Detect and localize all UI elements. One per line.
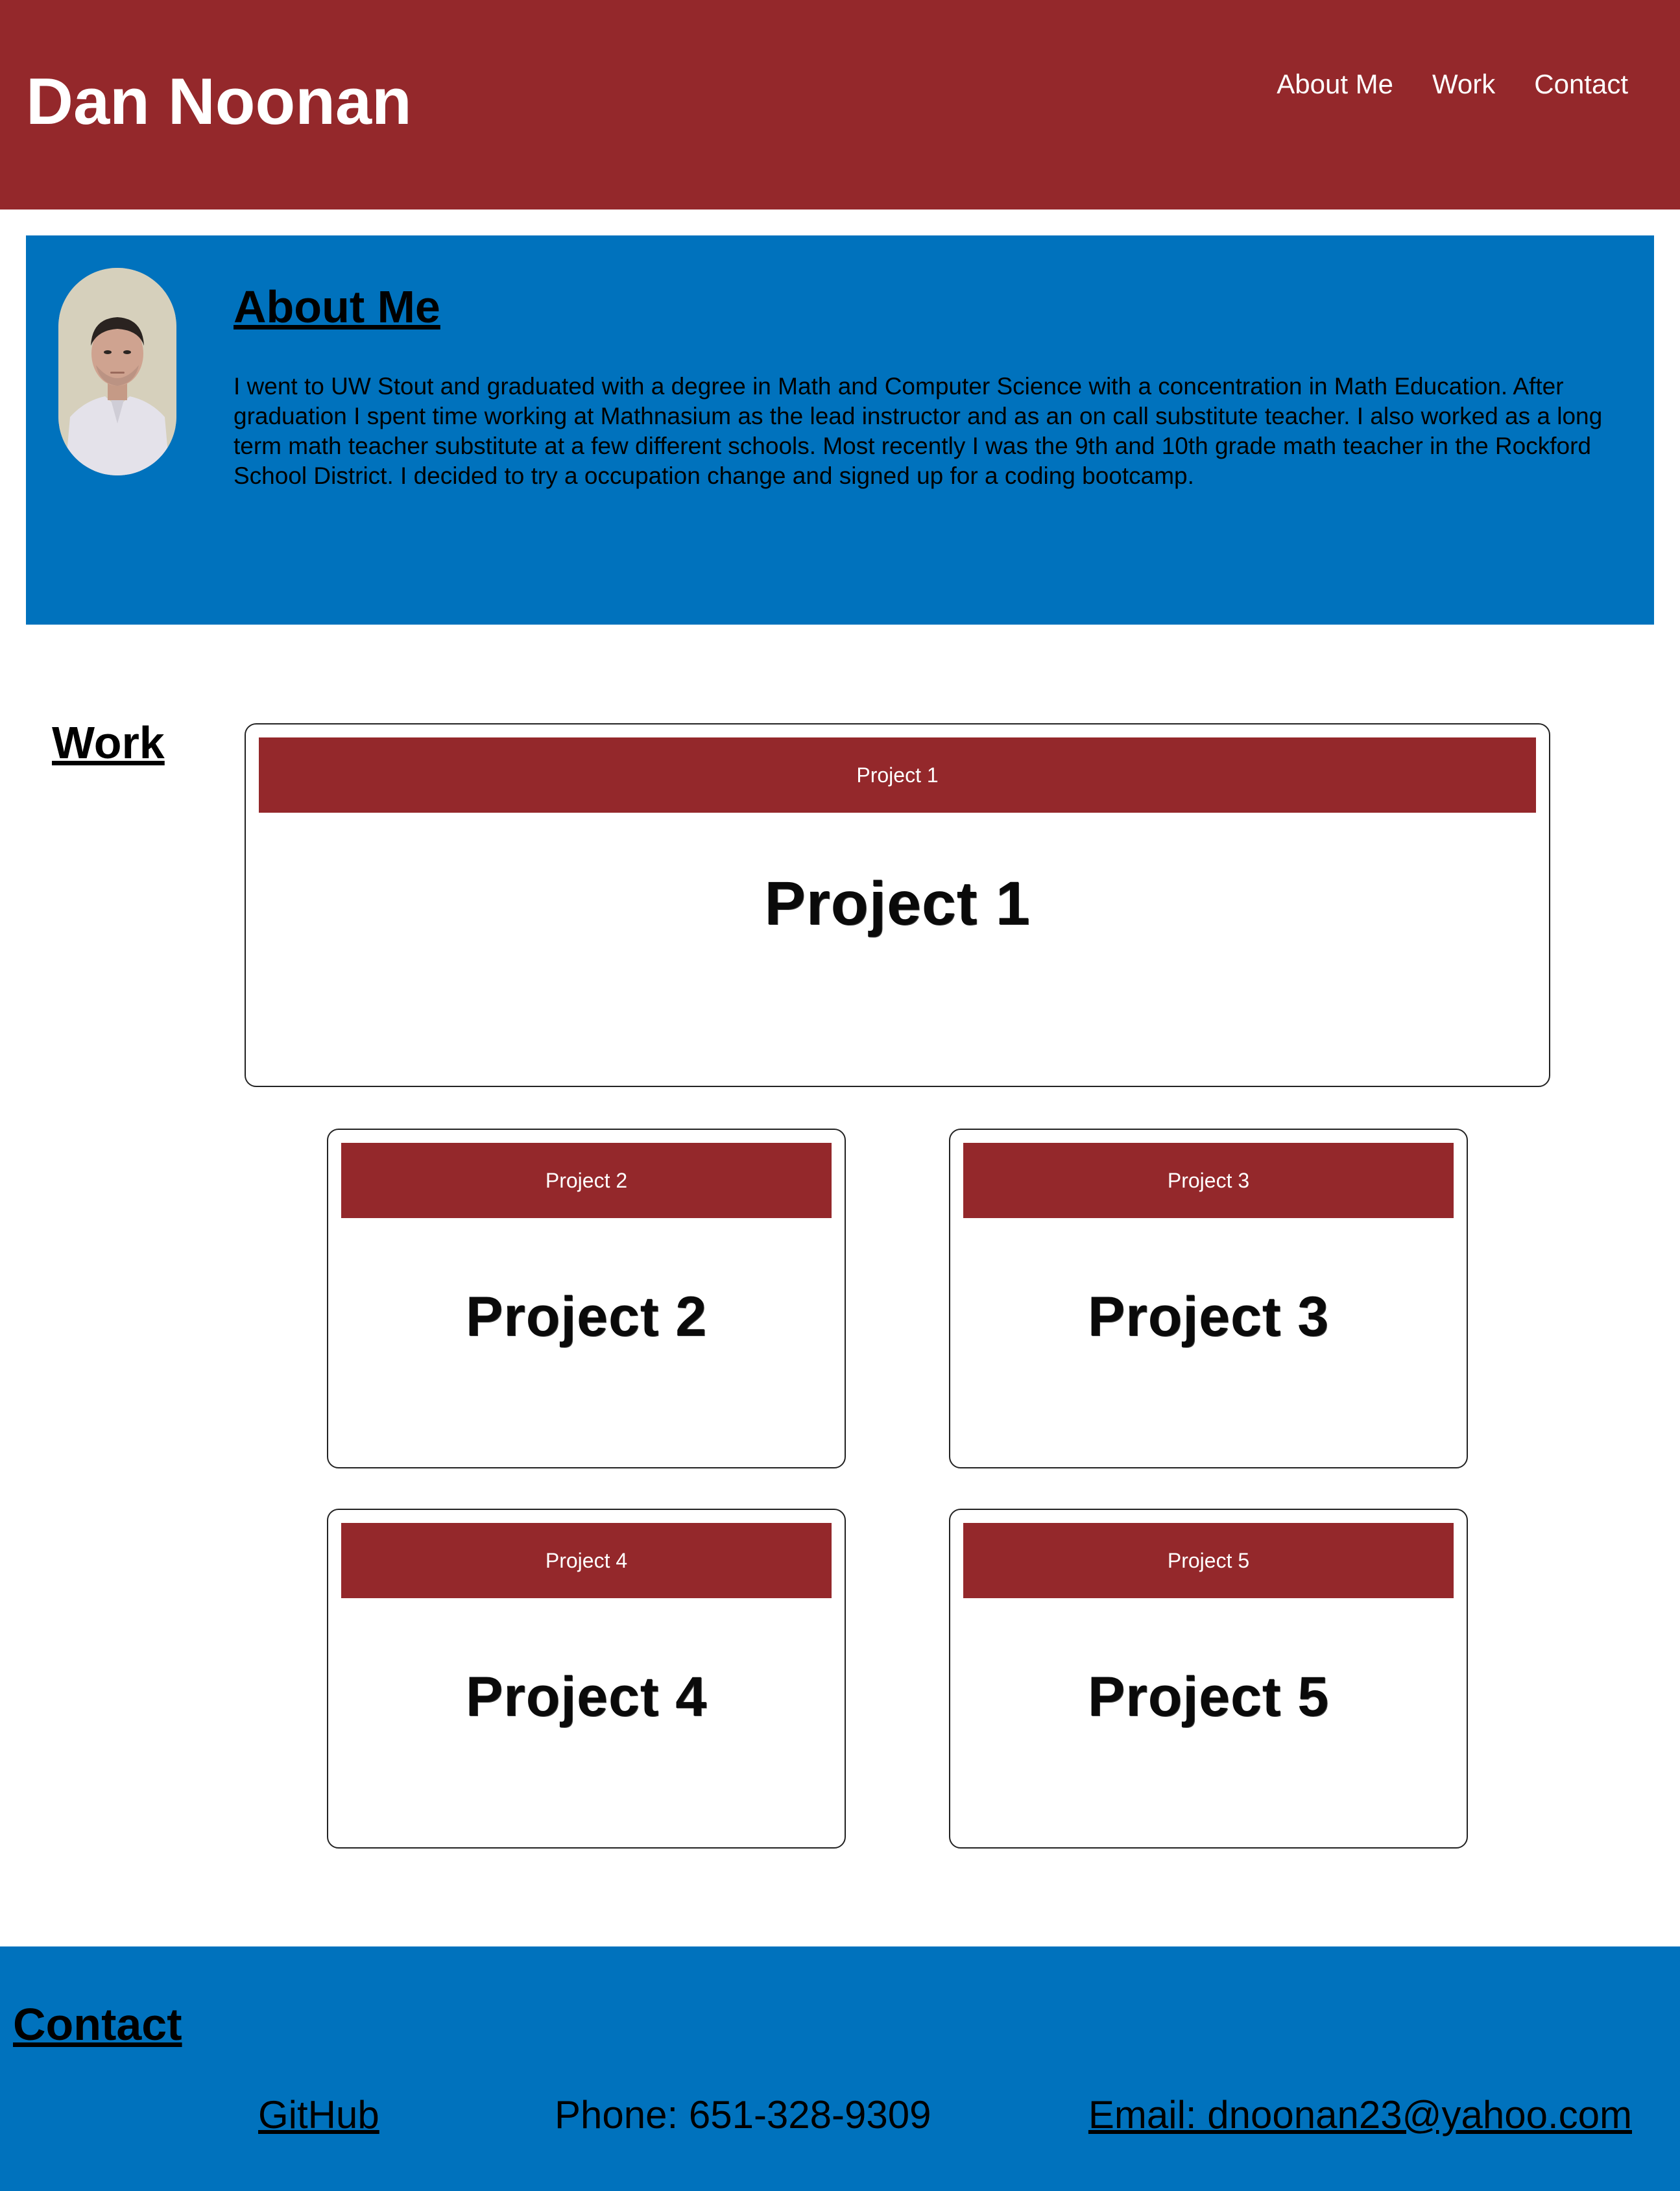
project-image-text: Project 3 (1087, 1285, 1330, 1348)
github-link[interactable]: GitHub (258, 2089, 379, 2141)
about-section: About Me I went to UW Stout and graduate… (26, 235, 1654, 625)
contact-links: GitHub Phone: 651-328-9309 Email: dnoona… (0, 2089, 1680, 2141)
project-card-2[interactable]: Project 2 Project 2 (327, 1129, 846, 1468)
project-image[interactable]: Project 2 (341, 1218, 832, 1415)
project-card-5[interactable]: Project 5 Project 5 (949, 1509, 1468, 1849)
project-image-text: Project 1 (764, 869, 1031, 938)
nav-link-contact[interactable]: Contact (1534, 65, 1628, 104)
project-image-text: Project 4 (465, 1665, 708, 1728)
nav-link-about-me[interactable]: About Me (1277, 65, 1393, 104)
profile-photo-image (58, 268, 176, 475)
project-card-title[interactable]: Project 5 (963, 1523, 1454, 1598)
work-heading: Work (52, 717, 165, 768)
portfolio-page: Dan Noonan About Me Work Contact About M… (0, 0, 1680, 2191)
project-image[interactable]: Project 4 (341, 1598, 832, 1795)
nav-link-work[interactable]: Work (1432, 65, 1495, 104)
phone-number: Phone: 651-328-9309 (555, 2093, 931, 2137)
about-heading: About Me (234, 281, 440, 332)
contact-heading: Contact (13, 1999, 182, 2050)
project-card-3[interactable]: Project 3 Project 3 (949, 1129, 1468, 1468)
project-card-title[interactable]: Project 2 (341, 1143, 832, 1218)
about-text: I went to UW Stout and graduated with a … (234, 373, 1603, 489)
project-image[interactable]: Project 5 (963, 1598, 1454, 1795)
main-nav: About Me Work Contact (1277, 65, 1628, 104)
project-image-text: Project 5 (1087, 1665, 1330, 1728)
project-image[interactable]: Project 1 (259, 813, 1536, 995)
project-card-title[interactable]: Project 4 (341, 1523, 832, 1598)
email-link[interactable]: Email: dnoonan23@yahoo.com (1088, 2089, 1632, 2141)
project-card-title[interactable]: Project 1 (259, 737, 1536, 813)
project-card-4[interactable]: Project 4 Project 4 (327, 1509, 846, 1849)
site-header: Dan Noonan About Me Work Contact (0, 0, 1680, 210)
profile-photo (58, 268, 176, 475)
project-card-title[interactable]: Project 3 (963, 1143, 1454, 1218)
project-image-text: Project 2 (465, 1285, 708, 1348)
contact-section: Contact GitHub Phone: 651-328-9309 Email… (0, 1946, 1680, 2191)
site-title: Dan Noonan (26, 66, 412, 138)
project-card-1[interactable]: Project 1 Project 1 (245, 723, 1550, 1087)
project-image[interactable]: Project 3 (963, 1218, 1454, 1415)
